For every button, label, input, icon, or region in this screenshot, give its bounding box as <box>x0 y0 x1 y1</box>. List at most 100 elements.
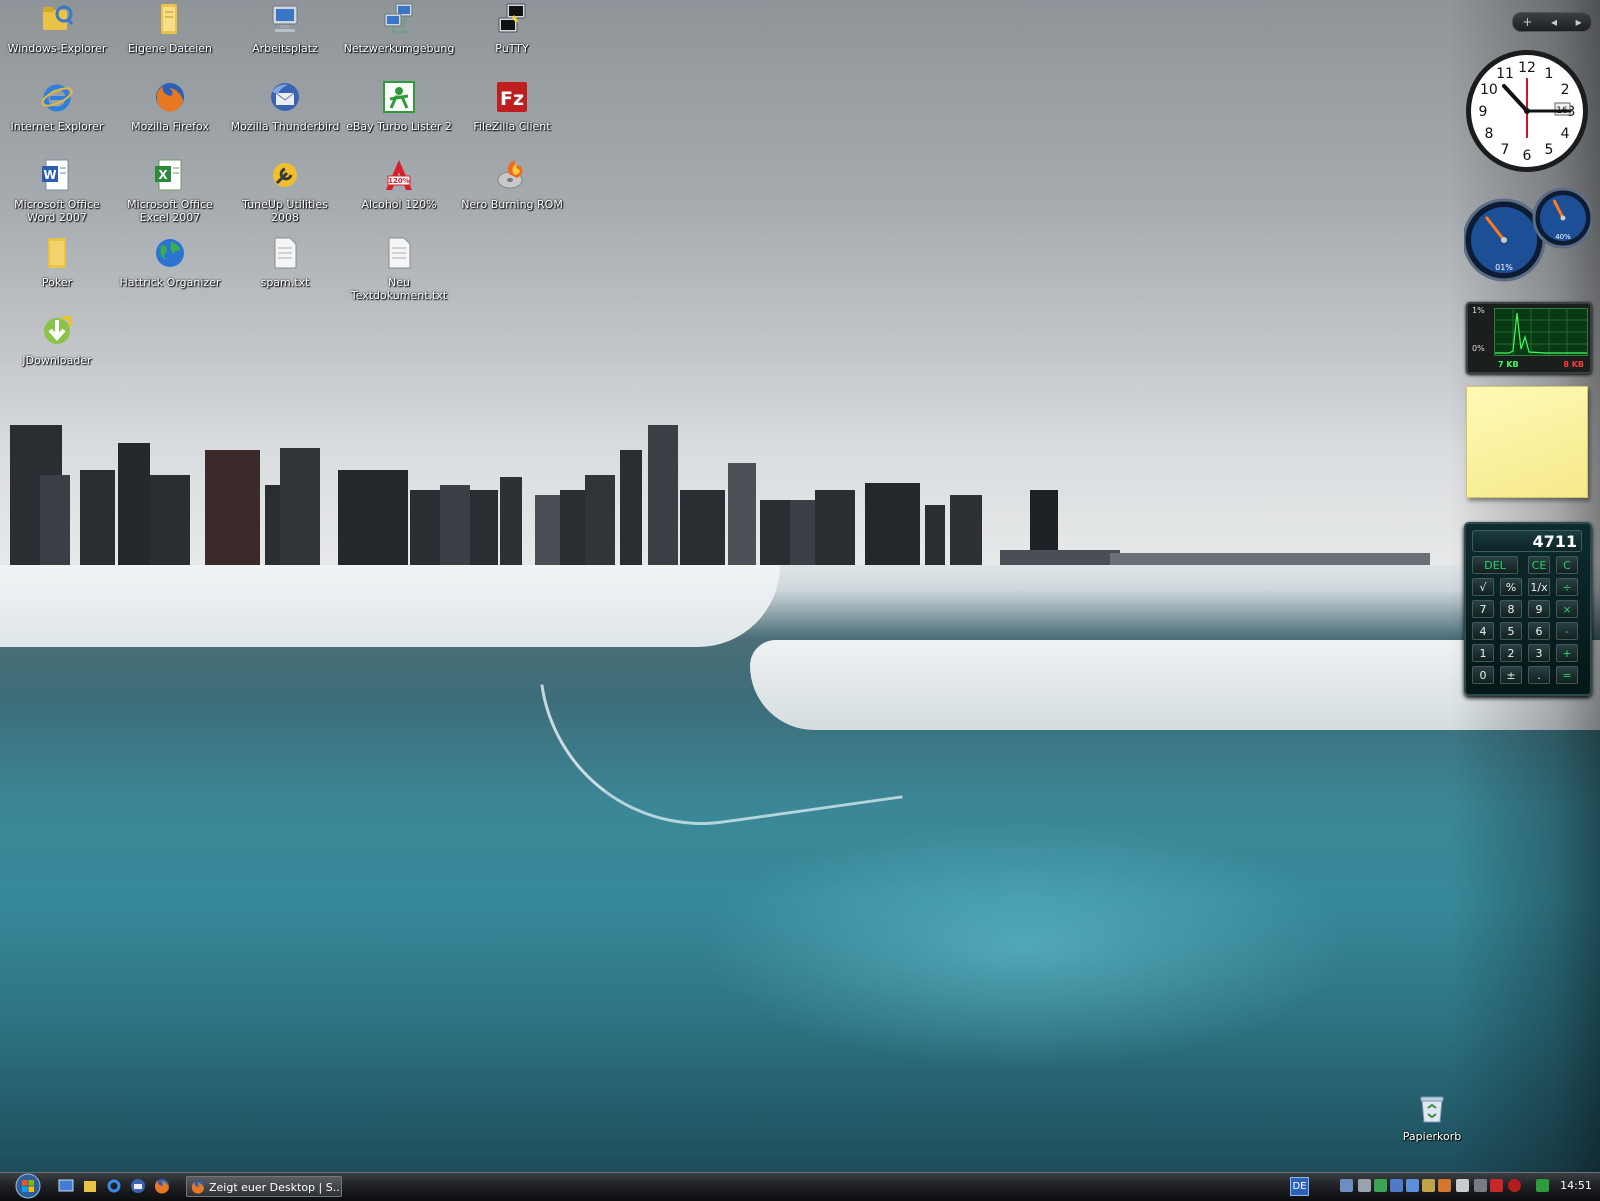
tray-record-icon[interactable] <box>1508 1179 1521 1192</box>
calculator-key[interactable]: DEL <box>1472 556 1518 574</box>
desktop-icon-netzwerkumgebung[interactable]: Netzwerkumgebung <box>343 2 455 78</box>
desktop-icon-mozilla-firefox[interactable]: Mozilla Firefox <box>114 80 226 156</box>
explorer-folder-icon <box>43 5 74 30</box>
network-icon <box>384 3 413 33</box>
clock-number: 1 <box>1545 66 1554 82</box>
tray-antivirus-icon[interactable] <box>1490 1179 1503 1192</box>
clock-number: 6 <box>1523 148 1532 164</box>
desktop-icon-label: Papierkorb <box>1402 1130 1462 1143</box>
tray-security-icon[interactable] <box>1374 1179 1387 1192</box>
calculator-key[interactable]: + <box>1556 644 1578 662</box>
desktop-icon-poker[interactable]: Poker <box>1 236 113 312</box>
tray-printer-icon[interactable] <box>1474 1179 1487 1192</box>
calculator-key[interactable]: 1 <box>1472 644 1494 662</box>
recycle-bin-icon <box>1420 1096 1444 1123</box>
desktop-icon-label: Alcohol 120% <box>361 198 437 211</box>
calculator-key[interactable]: - <box>1556 622 1578 640</box>
tray-usb-icon[interactable] <box>1358 1179 1371 1192</box>
nero-icon <box>497 160 523 189</box>
calculator-key[interactable]: 4 <box>1472 622 1494 640</box>
desktop-icon-neu-textdokument[interactable]: Neu Textdokument.txt <box>343 236 455 312</box>
thunderbird-icon <box>271 83 299 111</box>
notes-gadget[interactable] <box>1466 386 1588 498</box>
show-desktop-icon[interactable] <box>58 1178 74 1194</box>
desktop-icon-label: Hattrick Organizer <box>119 276 221 289</box>
desktop-icon-label: Arbeitsplatz <box>252 42 318 55</box>
tray-network-icon[interactable] <box>1340 1179 1353 1192</box>
previous-page-button[interactable]: ◂ <box>1551 15 1557 29</box>
clock-number: 2 <box>1561 82 1570 98</box>
desktop-icon-tuneup[interactable]: TuneUp Utilities 2008 <box>229 158 341 234</box>
desktop-icon-label: eBay Turbo Lister 2 <box>346 120 452 133</box>
tray-update-icon[interactable] <box>1438 1179 1451 1192</box>
calculator-key[interactable]: 7 <box>1472 600 1494 618</box>
desktop-icon-windows-explorer[interactable]: Windows-Explorer <box>1 2 113 78</box>
documents-folder-icon <box>161 4 177 34</box>
calculator-key[interactable]: C <box>1556 556 1578 574</box>
tray-battery-icon[interactable] <box>1536 1179 1549 1192</box>
taskbar-clock[interactable]: 14:51 <box>1556 1172 1596 1200</box>
clock-number: 10 <box>1480 82 1498 98</box>
desktop-icon-arbeitsplatz[interactable]: Arbeitsplatz <box>229 2 341 78</box>
desktop-icon-label: Microsoft Office Excel 2007 <box>127 198 213 224</box>
desktop-icon-label: Windows-Explorer <box>7 42 107 55</box>
start-button[interactable] <box>12 1173 44 1199</box>
calculator-key[interactable]: 1/x <box>1528 578 1550 596</box>
wallpaper-snow <box>0 565 780 647</box>
desktop-icon-word[interactable]: W Microsoft Office Word 2007 <box>1 158 113 234</box>
calculator-key[interactable]: 6 <box>1528 622 1550 640</box>
desktop-icon-excel[interactable]: X Microsoft Office Excel 2007 <box>114 158 226 234</box>
calculator-key[interactable]: 5 <box>1500 622 1522 640</box>
desktop-icon-spam-txt[interactable]: spam.txt <box>229 236 341 312</box>
calculator-key[interactable]: . <box>1528 666 1550 684</box>
explorer-icon[interactable] <box>82 1178 98 1194</box>
calculator-key[interactable]: 2 <box>1500 644 1522 662</box>
calculator-key[interactable]: = <box>1556 666 1578 684</box>
desktop-icon-alcohol[interactable]: 120% Alcohol 120% <box>343 158 455 234</box>
desktop-icon-papierkorb[interactable]: Papierkorb <box>1399 1094 1465 1143</box>
word-icon: W <box>42 159 69 191</box>
thunderbird-icon[interactable] <box>130 1178 146 1194</box>
desktop-icon-jdownloader[interactable]: JDownloader <box>1 314 113 390</box>
clock-number: 8 <box>1484 126 1493 142</box>
calculator-key[interactable]: × <box>1556 600 1578 618</box>
desktop-icon-hattrick-organizer[interactable]: Hattrick Organizer <box>114 236 226 312</box>
network-graph <box>1494 308 1588 356</box>
firefox-icon[interactable] <box>154 1178 170 1194</box>
add-gadget-button[interactable]: + <box>1522 15 1532 29</box>
internet-explorer-icon[interactable] <box>106 1178 122 1194</box>
calculator-key[interactable]: % <box>1500 578 1522 596</box>
desktop-icon-putty[interactable]: PuTTY <box>456 2 568 78</box>
calculator-key[interactable]: CE <box>1528 556 1550 574</box>
firefox-icon <box>156 83 184 112</box>
desktop-icon-internet-explorer[interactable]: Internet Explorer <box>1 80 113 156</box>
desktop-icon-label: Mozilla Thunderbird <box>230 120 340 133</box>
next-page-button[interactable]: ▸ <box>1576 15 1582 29</box>
calculator-key[interactable]: 3 <box>1528 644 1550 662</box>
calculator-key[interactable]: 8 <box>1500 600 1522 618</box>
filezilla-icon: Fz <box>497 82 527 112</box>
desktop-icon-eigene-dateien[interactable]: Eigene Dateien <box>114 2 226 78</box>
tuneup-icon <box>273 163 297 187</box>
calculator-key[interactable]: 9 <box>1528 600 1550 618</box>
taskbar-window-button[interactable]: Zeigt euer Desktop | S... <box>186 1176 342 1197</box>
tray-sound-icon[interactable] <box>1422 1179 1435 1192</box>
cpu-meter-gadget[interactable]: 01% 40% <box>1464 188 1592 284</box>
calculator-key[interactable]: ± <box>1500 666 1522 684</box>
calculator-key[interactable]: √ <box>1472 578 1494 596</box>
tray-keyboard-icon[interactable] <box>1456 1179 1469 1192</box>
network-top-percent: 1% <box>1472 306 1485 315</box>
alcohol-icon: 120% <box>386 160 412 190</box>
network-monitor-gadget[interactable]: 1% 0% 7 KB 8 KB <box>1466 302 1592 374</box>
clock-gadget[interactable]: 121234567891011 16 <box>1464 48 1590 174</box>
tray-display-icon[interactable] <box>1390 1179 1403 1192</box>
language-indicator[interactable]: DE <box>1290 1177 1309 1196</box>
desktop-icon-mozilla-thunderbird[interactable]: Mozilla Thunderbird <box>229 80 341 156</box>
calculator-key[interactable]: ÷ <box>1556 578 1578 596</box>
desktop-icon-nero[interactable]: Nero Burning ROM <box>456 158 568 234</box>
calculator-gadget[interactable]: 4711 DEL CE C √% 1/x ÷ 7 8 9 × 4 5 6- 1 2 3 +0 ±. = <box>1464 522 1592 696</box>
calculator-key[interactable]: 0 <box>1472 666 1494 684</box>
tray-monitor-icon[interactable] <box>1406 1179 1419 1192</box>
desktop-icon-filezilla[interactable]: Fz FileZilla Client <box>456 80 568 156</box>
desktop-icon-ebay-turbo-lister[interactable]: eBay Turbo Lister 2 <box>343 80 455 156</box>
